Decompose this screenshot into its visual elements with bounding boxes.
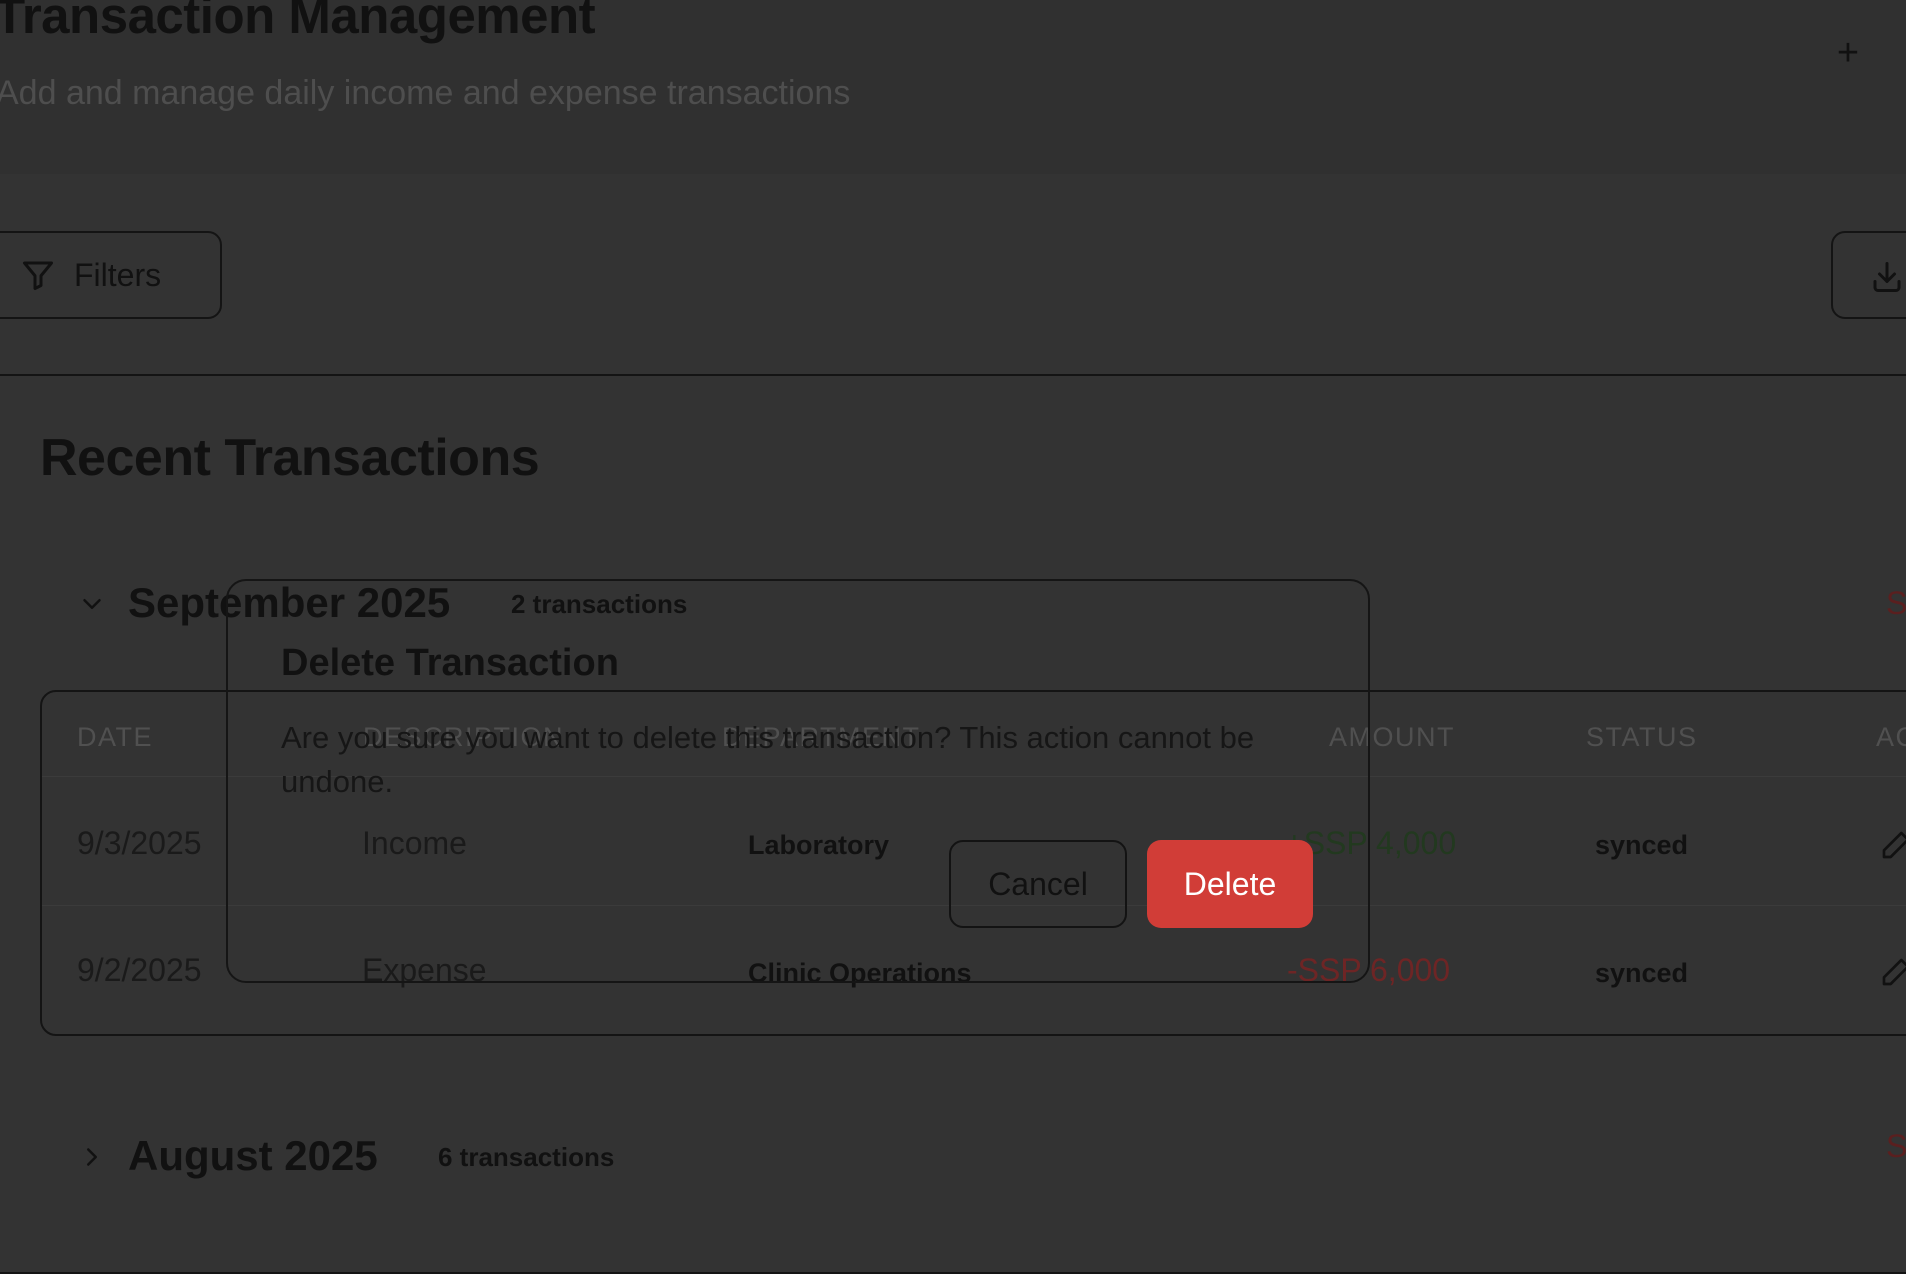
cell-date: 9/2/2025	[77, 952, 202, 988]
column-header-status: STATUS	[1586, 722, 1698, 752]
status-badge: synced	[1595, 830, 1689, 860]
cell-date: 9/3/2025	[77, 825, 202, 861]
add-transaction-button[interactable]: +	[1826, 28, 1870, 78]
cancel-button[interactable]: Cancel	[949, 840, 1127, 928]
filter-icon	[23, 261, 53, 290]
month-total: S	[1886, 1128, 1906, 1164]
plus-icon: +	[1836, 32, 1860, 74]
page-subtitle: Add and manage daily income and expense …	[0, 74, 851, 112]
month-transaction-count: 6 transactions	[438, 1142, 615, 1172]
dialog-title: Delete Transaction	[281, 642, 619, 684]
edit-icon[interactable]	[1880, 956, 1906, 988]
chevron-right-icon	[87, 1148, 97, 1166]
month-group-header[interactable]: August 2025 6 transactions S	[0, 1128, 1906, 1188]
column-header-actions: AC	[1876, 722, 1906, 752]
month-total: S	[1886, 585, 1906, 621]
delete-button[interactable]: Delete	[1147, 840, 1313, 928]
download-icon	[1873, 262, 1901, 292]
filters-button[interactable]: Filters	[0, 231, 222, 319]
edit-icon[interactable]	[1880, 829, 1906, 861]
page-title: Transaction Management	[0, 0, 596, 44]
chevron-down-icon	[83, 599, 101, 609]
card-title: Recent Transactions	[40, 429, 540, 487]
column-header-date: DATE	[77, 722, 154, 752]
dialog-message: Are you sure you want to delete this tra…	[281, 720, 1255, 799]
status-badge: synced	[1595, 958, 1689, 988]
filters-label: Filters	[74, 257, 162, 293]
export-button[interactable]	[1831, 231, 1906, 319]
month-name: August 2025	[128, 1132, 378, 1179]
